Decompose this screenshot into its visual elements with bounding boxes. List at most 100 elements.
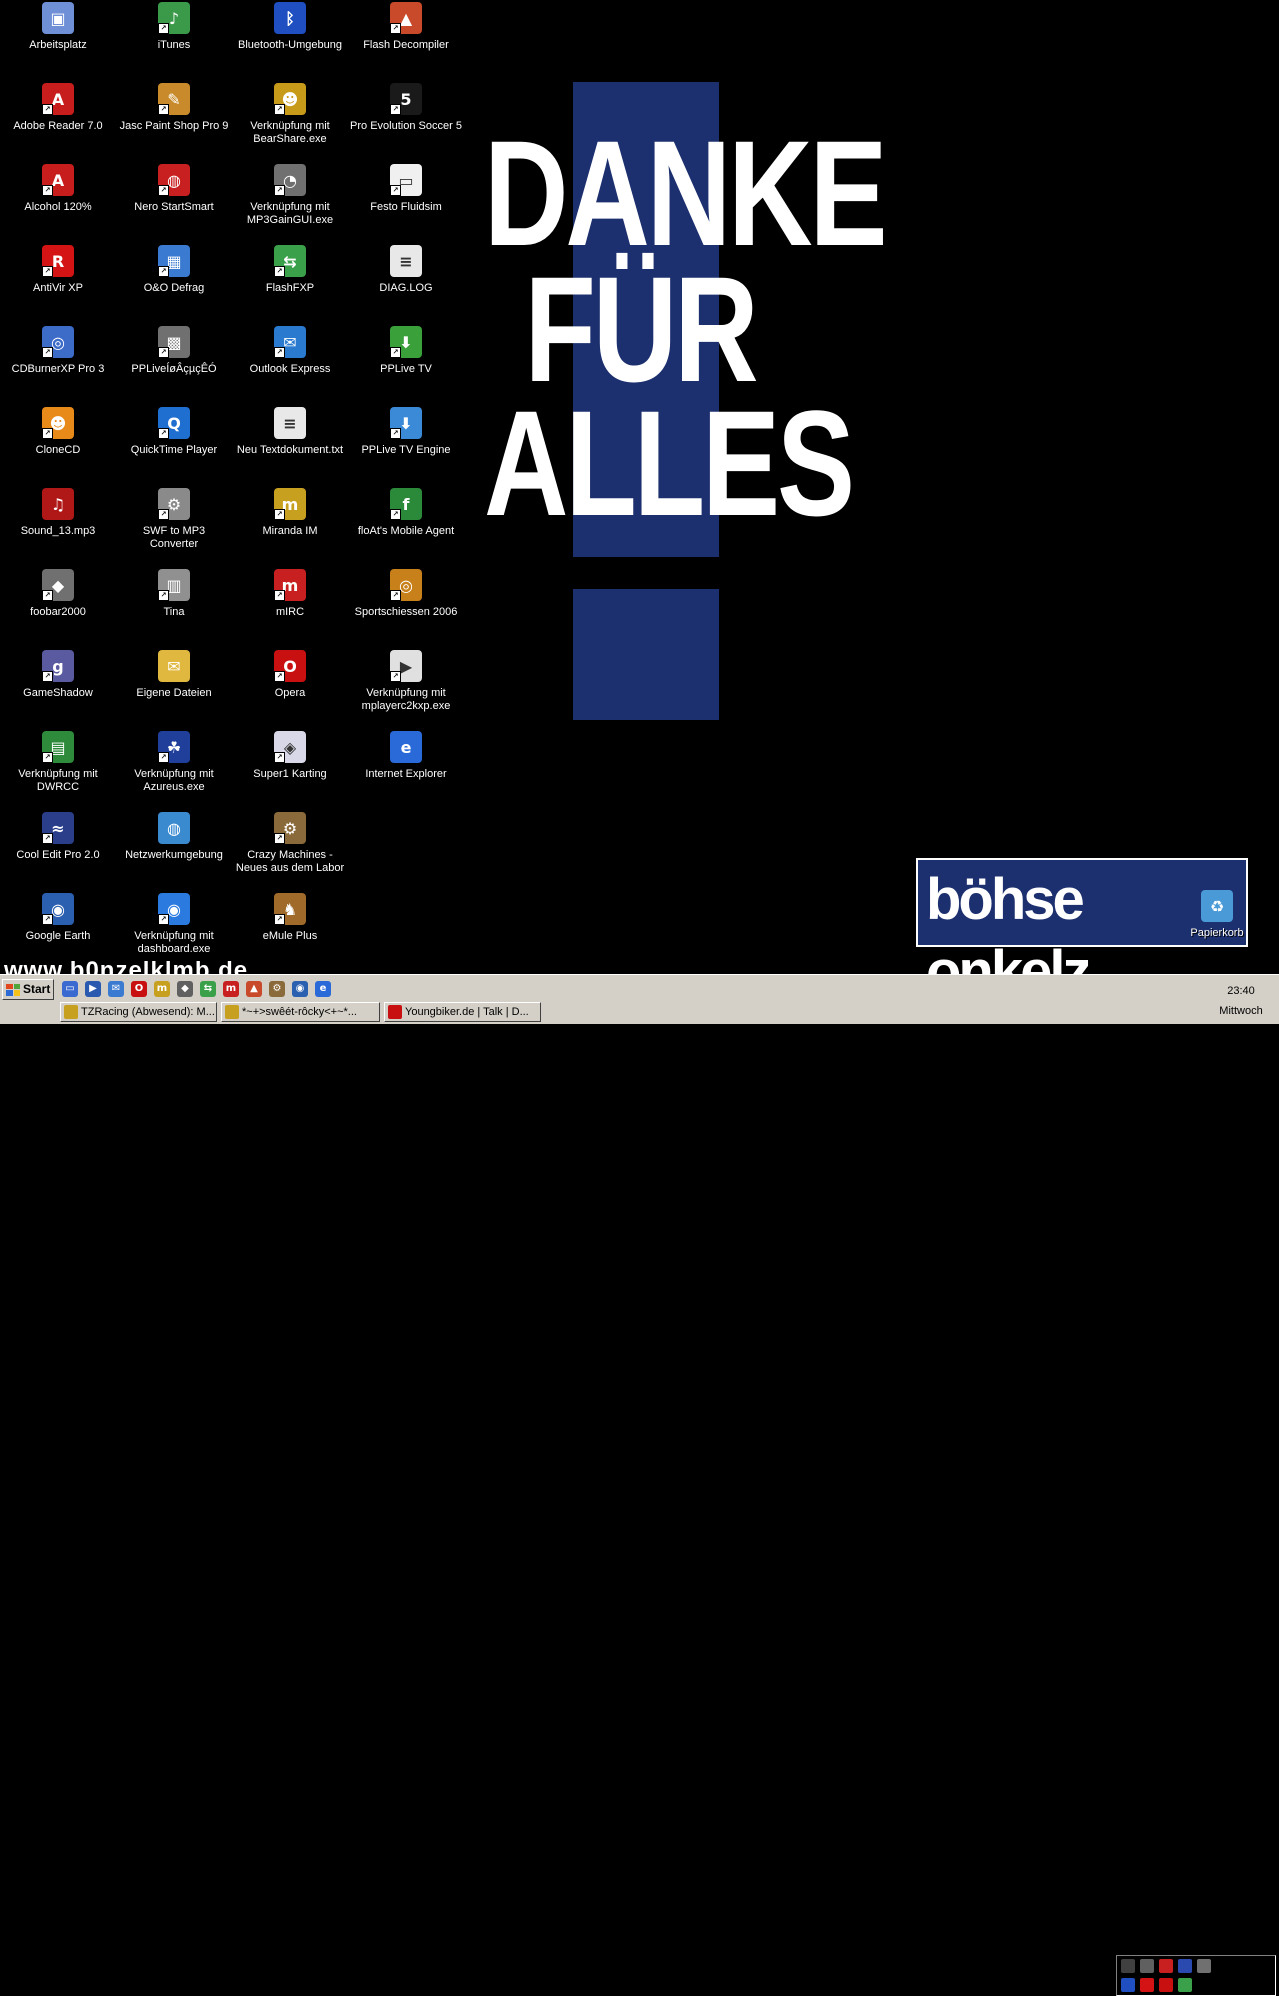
desktop-icon-my-documents[interactable]: ✉ Eigene Dateien (118, 650, 230, 700)
shortcut-arrow-icon: ↗ (158, 590, 169, 601)
desktop-icon-label: Papierkorb (1190, 927, 1244, 939)
outlook-quick-icon[interactable]: ✉ (108, 981, 124, 997)
antivir2-tray-icon[interactable] (1140, 1978, 1154, 1992)
desktop-icon-adobe-reader[interactable]: A ↗ Adobe Reader 7.0 (2, 83, 114, 133)
dwrcc-icon: ▤ ↗ (42, 731, 74, 763)
ati-tray-icon[interactable] (1159, 1978, 1173, 1992)
desktop-icon-fluidsim[interactable]: ▭ ↗ Festo Fluidsim (350, 164, 462, 214)
earth-quick-icon[interactable]: ◉ (292, 981, 308, 997)
desktop-icon-cdburner[interactable]: ◎ ↗ CDBurnerXP Pro 3 (2, 326, 114, 376)
clock-day[interactable]: Mittwoch (1205, 1005, 1277, 1017)
itunes-icon: ♪ ↗ (158, 2, 190, 34)
desktop-icon-text-file[interactable]: ≡ Neu Textdokument.txt (234, 407, 346, 457)
desktop-icon-crazy-machines[interactable]: ⚙ ↗ Crazy Machines - Neues aus dem Labor (234, 812, 346, 875)
desktop-icon-opera[interactable]: O ↗ Opera (234, 650, 346, 700)
crazy-machines-quick-icon[interactable]: ⚙ (269, 981, 285, 997)
shortcut-arrow-icon: ↗ (274, 185, 285, 196)
desktop-icon-outlook-express[interactable]: ✉ ↗ Outlook Express (234, 326, 346, 376)
desktop-icon-paintshop[interactable]: ✎ ↗ Jasc Paint Shop Pro 9 (118, 83, 230, 133)
desktop-icon-label: Sportschiessen 2006 (354, 606, 458, 618)
desktop-icon-label: Nero StartSmart (134, 201, 214, 213)
foobar-quick-icon[interactable]: ◆ (177, 981, 193, 997)
shortcut-arrow-icon: ↗ (158, 428, 169, 439)
desktop-icon-bearshare[interactable]: ☻ ↗ Verknüpfung mit BearShare.exe (234, 83, 346, 146)
antivir-tray-icon[interactable] (1121, 1959, 1135, 1973)
desktop-icon-azureus[interactable]: ☘ ↗ Verknüpfung mit Azureus.exe (118, 731, 230, 794)
flash-decompiler-icon: ▲ ↗ (390, 2, 422, 34)
desktop-icon-bluetooth[interactable]: ᛒ Bluetooth-Umgebung (234, 2, 346, 52)
desktop-icon-label: Opera (274, 687, 306, 699)
desktop-icon-emule[interactable]: ♞ ↗ eMule Plus (234, 893, 346, 943)
foobar-icon: ◆ ↗ (42, 569, 74, 601)
desktop-icon-flashfxp[interactable]: ⇆ ↗ FlashFXP (234, 245, 346, 295)
dashboard-icon: ◉ ↗ (158, 893, 190, 925)
desktop-icon-label: foobar2000 (30, 606, 86, 618)
shortcut-arrow-icon: ↗ (274, 509, 285, 520)
msn-tray-icon[interactable] (1178, 1978, 1192, 1992)
desktop-icon-recycle-bin[interactable]: ♻ Papierkorb (1161, 890, 1273, 940)
desktop-icon-pplive-engine[interactable]: ⬇ ↗ PPLive TV Engine (350, 407, 462, 457)
desktop-icon-oo-defrag[interactable]: ▦ ↗ O&O Defrag (118, 245, 230, 295)
desktop-icon-pplive-net[interactable]: ▩ ↗ PPLiveÍøÂçµçÊÓ (118, 326, 230, 376)
desktop-icon-sportschiessen[interactable]: ◎ ↗ Sportschiessen 2006 (350, 569, 462, 619)
desktop-icon-internet-explorer[interactable]: e Internet Explorer (350, 731, 462, 781)
show-desktop-icon[interactable]: ▭ (62, 981, 78, 997)
task-button[interactable]: TZRacing (Abwesend): M... (60, 1002, 217, 1022)
desktop-icon-mplayer[interactable]: ▶ ↗ Verknüpfung mit mplayerc2kxp.exe (350, 650, 462, 713)
paintshop-icon: ✎ ↗ (158, 83, 190, 115)
desktop-icon-label: Pro Evolution Soccer 5 (350, 120, 462, 132)
desktop-icon-mirc[interactable]: m ↗ mIRC (234, 569, 346, 619)
desktop-icon-log-file[interactable]: ≡ DIAG.LOG (350, 245, 462, 295)
shortcut-arrow-icon: ↗ (274, 590, 285, 601)
flash-decompiler-quick-icon[interactable]: ▲ (246, 981, 262, 997)
desktop-icon-alcohol[interactable]: A ↗ Alcohol 120% (2, 164, 114, 214)
desktop-icon-antivir[interactable]: R ↗ AntiVir XP (2, 245, 114, 295)
desktop-icon-flash-decompiler[interactable]: ▲ ↗ Flash Decompiler (350, 2, 462, 52)
wallpaper-slogan-line-1: DANKE (484, 109, 888, 277)
desktop-icon-swf-mp3[interactable]: ⚙ ↗ SWF to MP3 Converter (118, 488, 230, 551)
antivir-icon: R ↗ (42, 245, 74, 277)
mirc-quick-icon[interactable]: m (223, 981, 239, 997)
desktop-icon-dashboard[interactable]: ◉ ↗ Verknüpfung mit dashboard.exe (118, 893, 230, 956)
desktop-icon-miranda[interactable]: m ↗ Miranda IM (234, 488, 346, 538)
desktop: DANKE FÜR ALLES böhse onkelz www.b0nzelk… (0, 0, 1279, 974)
desktop-icon-mp3gain[interactable]: ◔ ↗ Verknüpfung mit MP3GainGUI.exe (234, 164, 346, 227)
start-button[interactable]: Start (2, 979, 54, 1000)
network-tray-icon[interactable] (1159, 1959, 1173, 1973)
desktop-icon-network[interactable]: ◍ Netzwerkumgebung (118, 812, 230, 862)
desktop-icon-label: Bluetooth-Umgebung (238, 39, 342, 51)
desktop-icon-mp3-file[interactable]: ♫ Sound_13.mp3 (2, 488, 114, 538)
desktop-icon-itunes[interactable]: ♪ ↗ iTunes (118, 2, 230, 52)
desktop-icon-nero[interactable]: ◍ ↗ Nero StartSmart (118, 164, 230, 214)
desktop-icon-cooledit[interactable]: ≈ ↗ Cool Edit Pro 2.0 (2, 812, 114, 862)
desktop-icon-foobar[interactable]: ◆ ↗ foobar2000 (2, 569, 114, 619)
desktop-icon-mobile-agent[interactable]: f ↗ floAt's Mobile Agent (350, 488, 462, 538)
flashfxp-quick-icon[interactable]: ⇆ (200, 981, 216, 997)
monitor-tray-icon[interactable] (1140, 1959, 1154, 1973)
miranda-quick-icon[interactable]: m (154, 981, 170, 997)
desktop-icon-gameshadow[interactable]: g ↗ GameShadow (2, 650, 114, 700)
task-button[interactable]: Youngbiker.de | Talk | D... (384, 1002, 541, 1022)
desktop-icon-quicktime[interactable]: Q ↗ QuickTime Player (118, 407, 230, 457)
desktop-icon-pes5[interactable]: 5 ↗ Pro Evolution Soccer 5 (350, 83, 462, 133)
system-tray (1116, 1955, 1276, 1996)
desktop-icon-google-earth[interactable]: ◉ ↗ Google Earth (2, 893, 114, 943)
desktop-icon-tina[interactable]: ▥ ↗ Tina (118, 569, 230, 619)
mirc-icon: m ↗ (274, 569, 306, 601)
desktop-icon-dwrcc[interactable]: ▤ ↗ Verknüpfung mit DWRCC (2, 731, 114, 794)
desktop-icon-karting[interactable]: ◈ ↗ Super1 Karting (234, 731, 346, 781)
desktop-icon-pplive-tv[interactable]: ⬇ ↗ PPLive TV (350, 326, 462, 376)
shortcut-arrow-icon: ↗ (42, 833, 53, 844)
bluetooth-tray-icon[interactable] (1178, 1959, 1192, 1973)
desktop-icon-clonecd[interactable]: ☻ ↗ CloneCD (2, 407, 114, 457)
ie-quick-icon[interactable]: e (315, 981, 331, 997)
nero-icon: ◍ ↗ (158, 164, 190, 196)
opera-quick-icon[interactable]: O (131, 981, 147, 997)
media-player-icon[interactable]: ▶ (85, 981, 101, 997)
bluetooth2-tray-icon[interactable] (1121, 1978, 1135, 1992)
task-button[interactable]: *~+>swêét-rôcky<+~*... (221, 1002, 380, 1022)
volume-tray-icon[interactable] (1197, 1959, 1211, 1973)
clock-time[interactable]: 23:40 (1205, 985, 1277, 997)
desktop-icon-my-computer[interactable]: ▣ Arbeitsplatz (2, 2, 114, 52)
desktop-icon-label: Verknüpfung mit Azureus.exe (134, 768, 214, 793)
